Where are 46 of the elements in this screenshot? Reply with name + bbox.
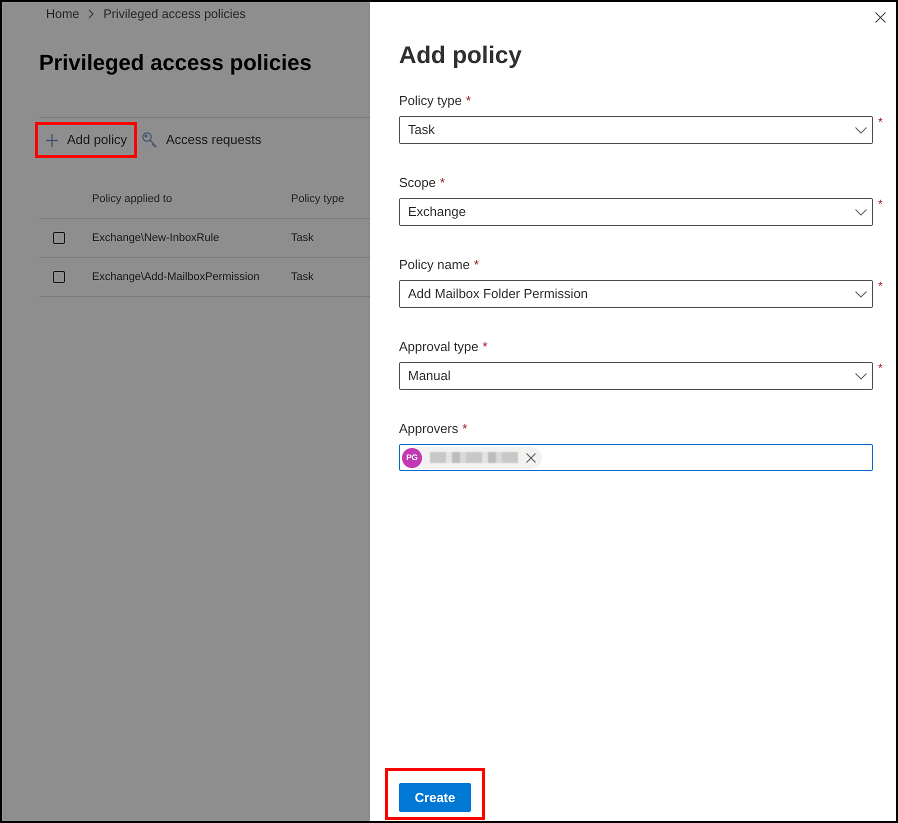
- required-mark: *: [878, 115, 883, 129]
- field-label: Scope: [399, 174, 436, 192]
- page-title: Privileged access policies: [39, 49, 313, 77]
- required-mark: *: [878, 197, 883, 211]
- required-mark: *: [466, 92, 471, 110]
- dropdown-field[interactable]: Add Mailbox Folder Permission: [399, 280, 873, 308]
- chevron-down-icon: [855, 372, 867, 380]
- column-header[interactable]: Policy applied to: [92, 193, 172, 206]
- table-cell: Exchange\New-InboxRule: [92, 232, 220, 244]
- table-cell: Task: [291, 270, 314, 283]
- field-label: Policy type: [399, 92, 462, 110]
- dropdown-field[interactable]: Task: [399, 116, 873, 144]
- row-checkbox[interactable]: [53, 271, 65, 283]
- field-label: Policy name: [399, 256, 470, 274]
- required-mark: *: [878, 279, 883, 293]
- required-mark: *: [482, 338, 488, 356]
- people-picker-field[interactable]: PG: [399, 444, 873, 471]
- create-button[interactable]: Create: [399, 783, 471, 812]
- chevron-down-icon: [855, 208, 867, 216]
- field-label: Approvers: [399, 420, 458, 438]
- toolbar-button[interactable]: Access requests: [136, 125, 268, 155]
- close-button[interactable]: [875, 12, 886, 23]
- required-mark: *: [440, 174, 445, 192]
- chevron-right-icon: [88, 9, 94, 19]
- person-chip[interactable]: PG: [402, 446, 542, 468]
- chevron-down-icon: [855, 290, 867, 298]
- required-mark: *: [878, 361, 883, 375]
- panel-title: Add policy: [399, 41, 523, 71]
- column-header[interactable]: Policy type: [291, 193, 344, 206]
- field-label: Approval type: [399, 338, 478, 356]
- key-icon: [142, 132, 157, 148]
- dropdown-field[interactable]: Exchange: [399, 198, 873, 226]
- table-cell: Exchange\Add-MailboxPermission: [92, 270, 260, 283]
- breadcrumb-current: Privileged access policies: [103, 6, 246, 23]
- table-cell: Task: [291, 232, 314, 244]
- close-icon: [875, 12, 886, 23]
- plus-icon: [46, 134, 58, 146]
- avatar: PG: [402, 448, 422, 468]
- dropdown-field[interactable]: Manual: [399, 362, 873, 390]
- add-policy-button[interactable]: Add policy: [38, 125, 134, 155]
- remove-icon[interactable]: [526, 452, 536, 462]
- row-checkbox[interactable]: [53, 232, 65, 244]
- chevron-down-icon: [855, 126, 867, 134]
- breadcrumb-link[interactable]: Home: [46, 4, 80, 24]
- required-mark: *: [462, 420, 468, 438]
- required-mark: *: [474, 256, 479, 274]
